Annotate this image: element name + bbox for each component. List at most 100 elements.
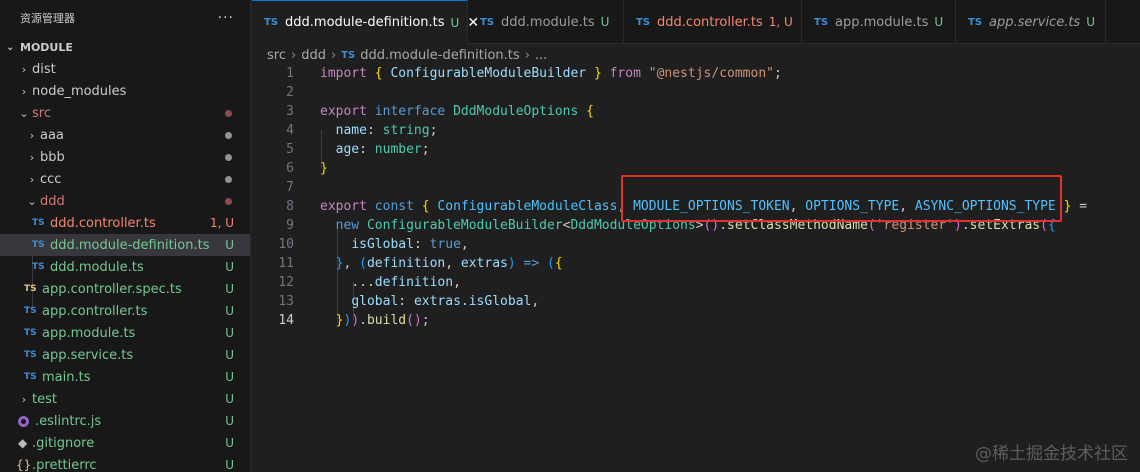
tree-item-label: ccc bbox=[40, 171, 62, 187]
git-status-badge: U bbox=[225, 392, 234, 406]
tab-label: ddd.controller.ts bbox=[657, 14, 763, 30]
tree-item-label: app.controller.spec.ts bbox=[42, 281, 182, 297]
more-actions-icon[interactable]: ··· bbox=[218, 10, 234, 26]
tab-app-service[interactable]: TS app.service.ts U bbox=[956, 0, 1106, 44]
editor-tabs: TS ddd.module-definition.ts U ✕ TS ddd.m… bbox=[252, 0, 1140, 44]
tree-folder-aaa[interactable]: › aaa bbox=[0, 124, 250, 146]
tree-file-gitignore[interactable]: ◆ .gitignore U bbox=[0, 432, 250, 454]
tab-ddd-module[interactable]: TS ddd.module.ts U bbox=[468, 0, 624, 44]
code-line-7: 7 bbox=[252, 178, 294, 197]
tree-file-app-controller-spec[interactable]: TS app.controller.spec.ts U bbox=[0, 278, 250, 300]
file-tree: › dist › node_modules ⌄ src › aaa › bbb … bbox=[0, 58, 250, 472]
git-status-badge: U bbox=[225, 282, 234, 296]
typescript-file-icon: TS bbox=[32, 240, 45, 250]
tree-file-main[interactable]: TS main.ts U bbox=[0, 366, 250, 388]
tab-ddd-module-definition[interactable]: TS ddd.module-definition.ts U ✕ bbox=[252, 0, 479, 44]
typescript-file-icon: TS bbox=[24, 372, 37, 382]
typescript-file-icon: TS bbox=[480, 16, 495, 28]
code-editor[interactable]: 1 import { ConfigurableModuleBuilder } f… bbox=[252, 64, 1140, 472]
typescript-file-icon: TS bbox=[24, 306, 37, 316]
explorer-header: 资源管理器 ··· bbox=[0, 0, 250, 36]
tree-item-label: ddd.module.ts bbox=[50, 259, 144, 275]
git-status-badge: 1, U bbox=[768, 15, 793, 29]
typescript-file-icon: TS bbox=[32, 262, 45, 272]
modified-dot-icon bbox=[225, 197, 232, 205]
typescript-file-icon: TS bbox=[264, 17, 279, 28]
tree-item-label: ddd bbox=[40, 193, 65, 209]
line-number: 10 bbox=[278, 237, 294, 252]
untracked-dot-icon bbox=[225, 153, 232, 161]
git-icon: ◆ bbox=[18, 436, 28, 450]
typescript-test-file-icon: TS bbox=[24, 284, 37, 294]
untracked-dot-icon bbox=[225, 131, 232, 139]
code-line-3: 3 export interface DddModuleOptions { bbox=[252, 102, 594, 121]
git-status-badge: U bbox=[225, 260, 234, 274]
git-status-badge: U bbox=[225, 370, 234, 384]
breadcrumb: src › ddd › TS ddd.module-definition.ts … bbox=[252, 44, 547, 66]
tree-folder-ccc[interactable]: › ccc bbox=[0, 168, 250, 190]
typescript-file-icon: TS bbox=[814, 16, 829, 28]
tree-folder-bbb[interactable]: › bbb bbox=[0, 146, 250, 168]
code-line-5: 5 age: number; bbox=[252, 140, 429, 159]
line-number: 13 bbox=[278, 294, 294, 309]
breadcrumb-item-src[interactable]: src bbox=[267, 48, 286, 63]
tree-folder-node-modules[interactable]: › node_modules bbox=[0, 80, 250, 102]
tree-file-app-controller[interactable]: TS app.controller.ts U bbox=[0, 300, 250, 322]
typescript-file-icon: TS bbox=[24, 328, 37, 338]
code-line-2: 2 bbox=[252, 83, 294, 102]
tab-label: ddd.module-definition.ts bbox=[285, 15, 445, 30]
tree-folder-src[interactable]: ⌄ src bbox=[0, 102, 250, 124]
tree-item-label: aaa bbox=[40, 127, 64, 143]
tree-file-eslintrc[interactable]: .eslintrc.js U bbox=[0, 410, 250, 432]
tab-label: app.module.ts bbox=[835, 14, 929, 30]
line-number: 4 bbox=[286, 123, 294, 138]
git-status-badge: U bbox=[225, 238, 234, 252]
git-status-badge: U bbox=[600, 15, 610, 29]
line-number: 11 bbox=[278, 256, 294, 271]
tree-item-label: ddd.module-definition.ts bbox=[50, 237, 210, 253]
tree-file-app-module[interactable]: TS app.module.ts U bbox=[0, 322, 250, 344]
git-status-badge: U bbox=[450, 15, 460, 30]
tab-ddd-controller[interactable]: TS ddd.controller.ts 1, U bbox=[624, 0, 802, 44]
line-number: 1 bbox=[286, 66, 294, 81]
git-status-badge: U bbox=[225, 458, 234, 472]
breadcrumb-item-file[interactable]: ddd.module-definition.ts bbox=[360, 48, 520, 63]
tree-item-label: src bbox=[32, 105, 51, 121]
tree-file-ddd-controller[interactable]: TS ddd.controller.ts 1, U bbox=[0, 212, 250, 234]
line-number: 2 bbox=[286, 85, 294, 100]
explorer-section-module[interactable]: ⌄ MODULE bbox=[0, 36, 250, 58]
tree-folder-test[interactable]: › test U bbox=[0, 388, 250, 410]
tree-item-label: .eslintrc.js bbox=[35, 413, 102, 429]
section-label: MODULE bbox=[20, 40, 73, 54]
git-status-badge: U bbox=[225, 326, 234, 340]
tree-file-app-service[interactable]: TS app.service.ts U bbox=[0, 344, 250, 366]
line-number: 12 bbox=[278, 275, 294, 290]
tree-item-label: bbb bbox=[40, 149, 65, 165]
tree-folder-dist[interactable]: › dist bbox=[0, 58, 250, 80]
json-braces-icon: {} bbox=[16, 458, 32, 472]
typescript-file-icon: TS bbox=[341, 49, 356, 61]
code-line-10: 10 isGlobal: true, bbox=[252, 235, 468, 254]
breadcrumb-item-ddd[interactable]: ddd bbox=[301, 48, 326, 63]
chevron-right-icon: › bbox=[21, 392, 27, 406]
breadcrumb-item-symbols[interactable]: ... bbox=[535, 48, 547, 63]
explorer-sidebar: 资源管理器 ··· ⌄ MODULE › dist › node_modules… bbox=[0, 0, 251, 472]
tree-file-ddd-module-definition[interactable]: TS ddd.module-definition.ts U bbox=[0, 234, 250, 256]
typescript-file-icon: TS bbox=[968, 16, 983, 28]
tab-app-module[interactable]: TS app.module.ts U bbox=[802, 0, 956, 44]
tree-file-prettierrc[interactable]: {} .prettierrc U bbox=[0, 454, 250, 472]
tree-item-label: dist bbox=[32, 61, 56, 77]
line-number: 9 bbox=[286, 218, 294, 233]
chevron-right-icon: › bbox=[29, 172, 35, 186]
code-line-6: 6 } bbox=[252, 159, 328, 178]
typescript-file-icon: TS bbox=[32, 218, 45, 228]
code-line-11: 11 }, (definition, extras) => ({ bbox=[252, 254, 562, 273]
typescript-file-icon: TS bbox=[24, 350, 37, 360]
line-number: 7 bbox=[286, 180, 294, 195]
git-status-badge: U bbox=[225, 414, 234, 428]
tree-file-ddd-module[interactable]: TS ddd.module.ts U bbox=[0, 256, 250, 278]
tree-folder-ddd[interactable]: ⌄ ddd bbox=[0, 190, 250, 212]
tab-label: ddd.module.ts bbox=[501, 14, 595, 30]
chevron-right-icon: › bbox=[524, 47, 530, 63]
chevron-right-icon: › bbox=[21, 62, 27, 76]
